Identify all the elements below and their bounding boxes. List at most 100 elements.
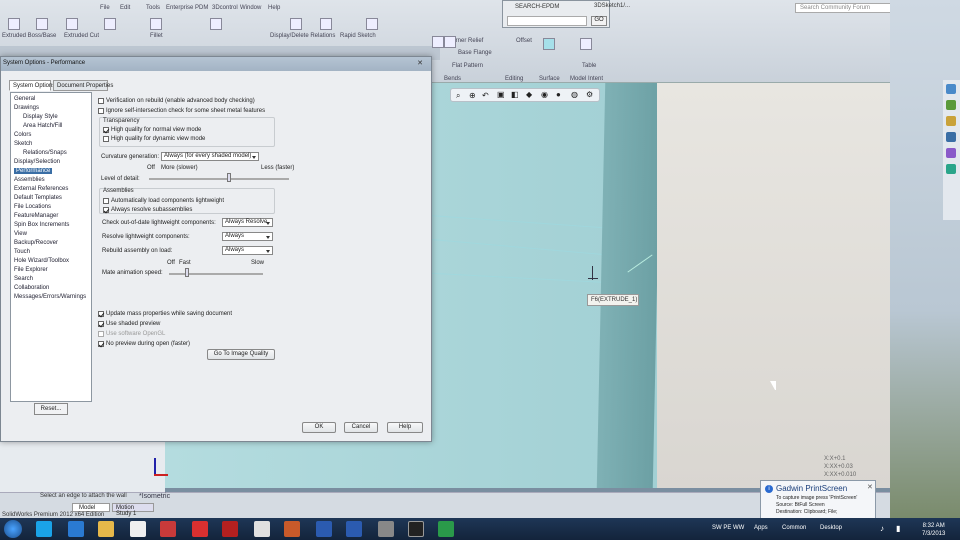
category-item[interactable]: General — [14, 96, 35, 102]
menu-edit[interactable]: Edit — [120, 5, 130, 11]
reset-button[interactable]: Reset... — [34, 403, 68, 415]
extruded-cut-icon[interactable] — [104, 18, 116, 30]
tray-toolbar-label[interactable]: Desktop — [820, 525, 842, 531]
view-settings-icon[interactable]: ⚙ — [586, 90, 593, 99]
ribbon-label[interactable]: Extruded Cut — [64, 33, 99, 39]
heads-up-view-toolbar[interactable]: ⌕ ⊕ ↶ ▣ ◧ ◆ ◉ ● ◍ ⚙ — [450, 88, 600, 102]
settings-icon[interactable] — [378, 521, 394, 537]
ribbon-label[interactable]: Table — [582, 63, 596, 69]
category-item[interactable]: Display/Selection — [14, 159, 60, 165]
category-item[interactable]: Touch — [14, 249, 30, 255]
chrome-icon[interactable] — [130, 521, 146, 537]
tab-model[interactable]: Model — [72, 503, 110, 512]
update-mass-checkbox[interactable] — [98, 311, 104, 317]
category-item[interactable]: File Locations — [14, 204, 51, 210]
category-item[interactable]: View — [14, 231, 27, 237]
menu-tools[interactable]: Tools — [146, 5, 160, 11]
ribbon-label[interactable]: Offset — [516, 38, 532, 44]
solidworks-icon[interactable] — [192, 521, 208, 537]
ignore-self-intersection-checkbox[interactable] — [98, 108, 104, 114]
task-pane[interactable] — [943, 80, 960, 220]
category-list[interactable]: General Drawings Display Style Area Hatc… — [10, 92, 92, 402]
ribbon-label[interactable]: Rapid Sketch — [340, 33, 376, 39]
notepad-icon[interactable] — [254, 521, 270, 537]
rebuild-select[interactable]: Always — [222, 246, 273, 255]
community-search-input[interactable]: Search Community Forum — [795, 3, 891, 13]
no-preview-checkbox[interactable] — [98, 341, 104, 347]
image-quality-button[interactable]: Go To Image Quality — [207, 349, 275, 360]
category-item[interactable]: Display Style — [23, 114, 58, 120]
category-item[interactable]: Drawings — [14, 105, 39, 111]
file-explorer-icon[interactable] — [98, 521, 114, 537]
rapid-sketch-icon[interactable] — [366, 18, 378, 30]
skype-icon[interactable] — [36, 521, 52, 537]
custom-properties-icon[interactable] — [946, 164, 956, 174]
relations-icon[interactable] — [290, 18, 302, 30]
ribbon-label[interactable]: Flat Pattern — [452, 63, 483, 69]
menu-help[interactable]: Help — [268, 5, 280, 11]
check-ood-select[interactable]: Always Resolve — [222, 218, 273, 227]
category-item[interactable]: Colors — [14, 132, 31, 138]
tab-motion-study[interactable]: Motion Study 1 — [112, 503, 154, 517]
outlook-icon[interactable] — [316, 521, 332, 537]
base-flange-icon[interactable] — [432, 36, 444, 48]
ribbon-label[interactable]: Fillet — [150, 33, 163, 39]
ribbon-label[interactable]: Extruded Boss/Base — [2, 33, 56, 39]
zoom-fit-icon[interactable]: ⌕ — [456, 91, 460, 101]
grid-icon[interactable] — [580, 38, 592, 50]
category-item[interactable]: Assemblies — [14, 177, 45, 183]
tray-toolbar-label[interactable]: Apps — [754, 525, 768, 531]
tab-system-options[interactable]: System Options — [9, 80, 55, 91]
category-item-selected[interactable]: Performance — [14, 168, 53, 174]
menu-3dcontrol[interactable]: 3Dcontrol — [212, 5, 238, 11]
word-icon[interactable] — [346, 521, 362, 537]
access-icon[interactable] — [160, 521, 176, 537]
epdm-go-button[interactable]: GO — [591, 16, 607, 26]
category-item[interactable]: Hole Wizard/Toolbox — [14, 258, 69, 264]
powerpoint-icon[interactable] — [284, 521, 300, 537]
acrobat-icon[interactable] — [222, 521, 238, 537]
volume-icon[interactable]: ♪ — [880, 524, 884, 533]
extrude-icon[interactable] — [8, 18, 20, 30]
repair-sketch-icon[interactable] — [320, 18, 332, 30]
fillet-icon[interactable] — [150, 18, 162, 30]
category-item[interactable]: File Explorer — [14, 267, 48, 273]
terminal-icon[interactable] — [408, 521, 424, 537]
category-item[interactable]: External References — [14, 186, 68, 192]
always-resolve-checkbox[interactable] — [103, 207, 109, 213]
internet-explorer-icon[interactable] — [68, 521, 84, 537]
ribbon-label[interactable]: Display/Delete Relations — [270, 33, 335, 39]
curvature-select[interactable]: Always (for every shaded model) — [161, 152, 259, 161]
revolve-icon[interactable] — [36, 18, 48, 30]
scene-icon[interactable]: ◍ — [571, 90, 578, 99]
ok-button[interactable]: OK — [302, 422, 336, 433]
model-top-face[interactable] — [657, 83, 897, 488]
zoom-area-icon[interactable]: ⊕ — [469, 91, 476, 100]
category-item[interactable]: Area Hatch/Fill — [23, 123, 62, 129]
previous-view-icon[interactable]: ↶ — [482, 91, 489, 100]
close-icon[interactable]: ✕ — [411, 59, 429, 69]
view-palette-icon[interactable] — [946, 132, 956, 142]
pattern-icon[interactable] — [210, 18, 222, 30]
bend-icon[interactable] — [444, 36, 456, 48]
file-explorer-icon[interactable] — [946, 116, 956, 126]
category-item[interactable]: Messages/Errors/Warnings — [14, 294, 86, 300]
printscreen-notification[interactable]: i Gadwin PrintScreen ✕ To capture image … — [760, 480, 876, 520]
category-item[interactable]: Sketch — [14, 141, 32, 147]
close-icon[interactable]: ✕ — [867, 483, 873, 491]
appearance-icon[interactable]: ● — [556, 90, 561, 99]
section-view-icon[interactable]: ▣ — [497, 90, 505, 99]
category-item[interactable]: Spin Box Increments — [14, 222, 69, 228]
hide-show-icon[interactable]: ◉ — [541, 90, 548, 99]
ribbon-label[interactable]: Base Flange — [458, 50, 492, 56]
category-item[interactable]: Search — [14, 276, 33, 282]
menu-file[interactable]: File — [100, 5, 110, 11]
start-button[interactable] — [4, 520, 22, 538]
appearances-icon[interactable] — [946, 148, 956, 158]
help-button[interactable]: Help — [387, 422, 423, 433]
excel-icon[interactable] — [438, 521, 454, 537]
category-item[interactable]: Backup/Recover — [14, 240, 58, 246]
tray-toolbar-label[interactable]: Common — [782, 525, 806, 531]
mate-slider-thumb[interactable] — [185, 268, 189, 277]
hq-dynamic-checkbox[interactable] — [103, 136, 109, 142]
